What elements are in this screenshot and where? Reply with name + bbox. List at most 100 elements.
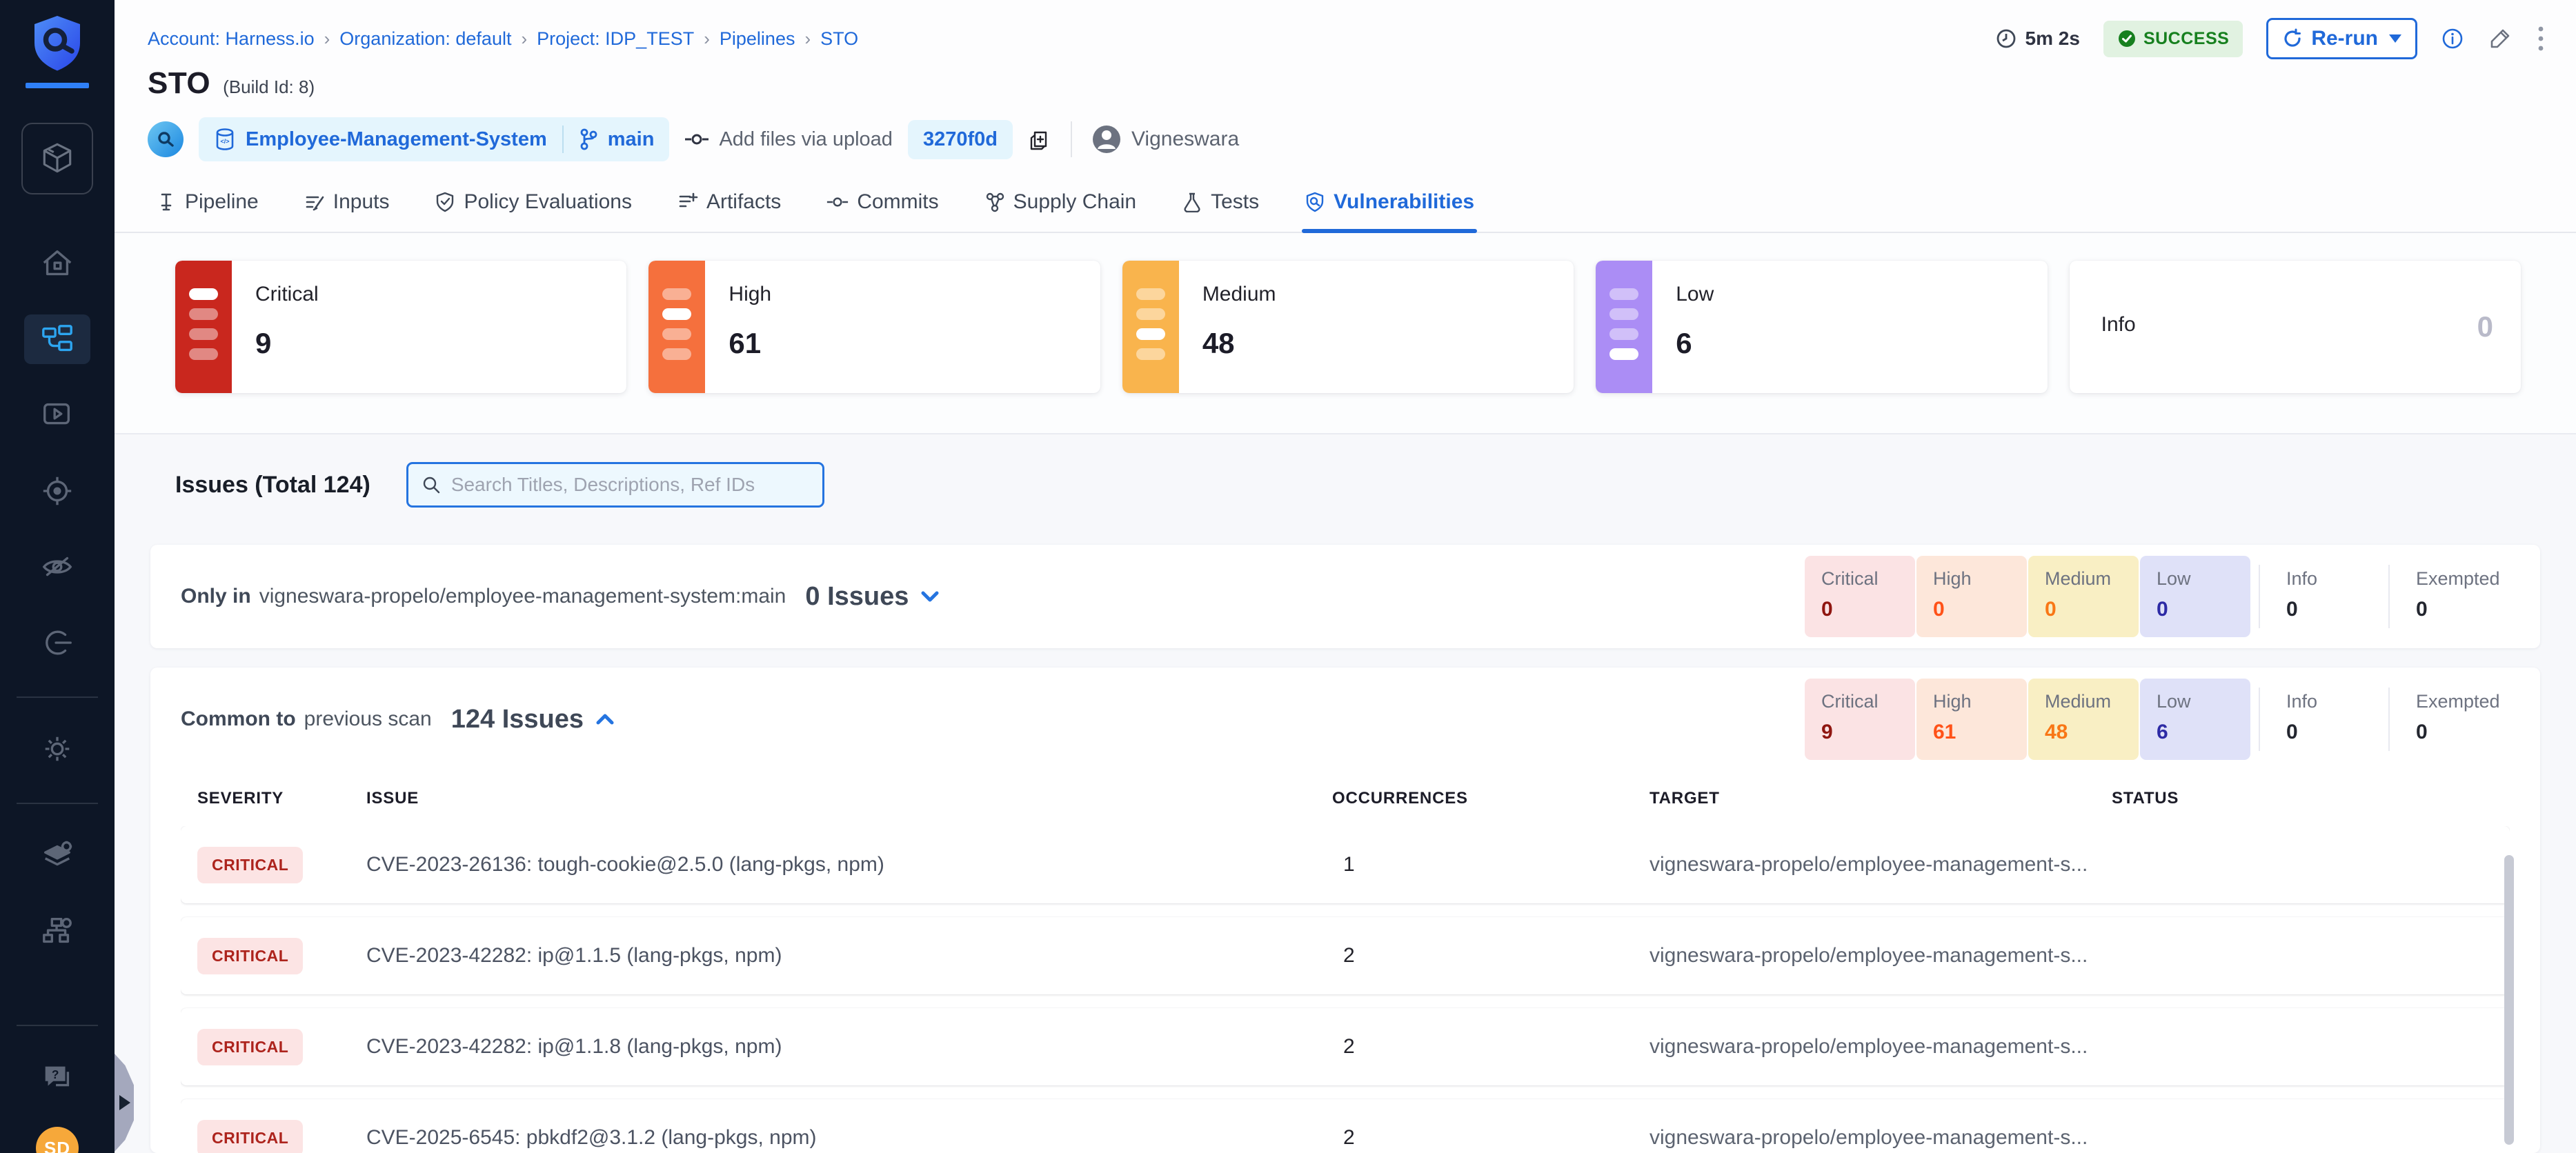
- vulnerabilities-shield-icon: [1305, 192, 1325, 212]
- target-value: vigneswara-propelo/employee-management-s…: [1649, 1126, 2112, 1150]
- executions-icon: [40, 398, 75, 432]
- user-avatar[interactable]: SD: [36, 1127, 79, 1153]
- card-label: Info: [2101, 313, 2136, 337]
- edit-button[interactable]: [2488, 26, 2513, 51]
- low-meter-icon: [1596, 261, 1652, 393]
- sidebar-item-help[interactable]: ?: [24, 1052, 90, 1102]
- breadcrumb-project[interactable]: Project: IDP_TEST: [537, 28, 694, 50]
- sidebar-item-pipelines[interactable]: [24, 314, 90, 364]
- branch-name[interactable]: main: [608, 128, 655, 151]
- breadcrumb-pipelines[interactable]: Pipelines: [720, 28, 795, 50]
- sidebar-item-default-settings[interactable]: [24, 830, 90, 880]
- severity-card-info[interactable]: Info 0: [2070, 261, 2521, 393]
- artifacts-list-icon: [677, 192, 698, 212]
- tab-pipeline[interactable]: Pipeline: [153, 179, 261, 232]
- module-selector-button[interactable]: [21, 123, 93, 194]
- chip-high: High0: [1916, 556, 2027, 637]
- copy-sha-button[interactable]: [1028, 127, 1051, 152]
- section-common-to: Common to previous scan 124 Issues Criti…: [150, 668, 2540, 1153]
- breadcrumb-account[interactable]: Account: Harness.io: [148, 28, 315, 50]
- tab-commits[interactable]: Commits: [824, 179, 941, 232]
- eye-off-icon: [40, 550, 75, 584]
- sidebar-item-executions[interactable]: [24, 390, 90, 440]
- tab-artifacts[interactable]: Artifacts: [675, 179, 784, 232]
- issues-search[interactable]: [406, 462, 824, 508]
- issue-row[interactable]: CRITICAL CVE-2023-42282: ip@1.1.8 (lang-…: [181, 1008, 2510, 1085]
- svg-text:?: ?: [52, 1067, 59, 1081]
- commit-sha[interactable]: 3270f0d: [908, 120, 1013, 159]
- section-toggle[interactable]: 124 Issues: [451, 705, 617, 734]
- chevron-down-icon[interactable]: [918, 588, 942, 605]
- severity-card-critical[interactable]: Critical 9: [175, 261, 626, 393]
- commit-message-wrap: Add files via upload: [684, 128, 893, 151]
- issue-title[interactable]: CVE-2023-42282: ip@1.1.5 (lang-pkgs, npm…: [366, 944, 1332, 967]
- chevron-up-icon[interactable]: [593, 711, 617, 728]
- issue-title[interactable]: CVE-2023-26136: tough-cookie@2.5.0 (lang…: [366, 853, 1332, 876]
- sidebar-nav: ? SD: [0, 194, 115, 1153]
- search-input[interactable]: [451, 474, 810, 496]
- severity-summary-section: Critical 9 High 61 Medium 48: [115, 233, 2576, 434]
- issue-title[interactable]: CVE-2025-6545: pbkdf2@3.1.2 (lang-pkgs, …: [366, 1126, 1332, 1150]
- sidebar-item-security-review[interactable]: [24, 542, 90, 592]
- build-duration: 5m 2s: [1995, 28, 2080, 50]
- chip-exempted: Exempted0: [2399, 556, 2510, 637]
- sidebar-item-home[interactable]: [24, 239, 90, 288]
- supply-chain-icon: [984, 192, 1005, 212]
- commit-icon: [684, 131, 709, 148]
- sidebar-item-targets[interactable]: [24, 466, 90, 516]
- rerun-button[interactable]: Re-run: [2266, 18, 2417, 59]
- breadcrumb-organization[interactable]: Organization: default: [339, 28, 511, 50]
- card-value: 48: [1202, 327, 1235, 360]
- breadcrumb-pipeline-name[interactable]: STO: [820, 28, 858, 50]
- info-button[interactable]: [2441, 27, 2464, 50]
- tab-policy-evaluations[interactable]: Policy Evaluations: [432, 179, 634, 232]
- more-menu-button[interactable]: [2536, 25, 2546, 52]
- sidebar-divider: [17, 803, 98, 804]
- breadcrumb-separator: ›: [521, 28, 527, 50]
- main-area: Account: Harness.io › Organization: defa…: [115, 0, 2576, 1153]
- policy-shield-check-icon: [435, 192, 455, 212]
- card-label: Medium: [1202, 283, 1276, 306]
- pill-divider: [562, 126, 564, 153]
- severity-card-medium[interactable]: Medium 48: [1122, 261, 1574, 393]
- card-value: 0: [2477, 310, 2493, 343]
- sto-scan-icon: [148, 121, 184, 157]
- col-status: STATUS: [2112, 789, 2510, 808]
- section-toggle[interactable]: 0 Issues: [805, 582, 942, 612]
- commit-meta-row: </> Employee-Management-System main Add …: [115, 101, 2576, 161]
- rerun-dropdown-caret[interactable]: [2389, 34, 2401, 43]
- sidebar-item-settings[interactable]: [24, 724, 90, 774]
- pipeline-tab-icon: [156, 192, 177, 212]
- tab-inputs[interactable]: Inputs: [301, 179, 393, 232]
- sidebar-item-getting-started[interactable]: [24, 618, 90, 668]
- chip-critical: Critical0: [1805, 556, 1915, 637]
- issue-row[interactable]: CRITICAL CVE-2023-42282: ip@1.1.5 (lang-…: [181, 917, 2510, 994]
- issue-title[interactable]: CVE-2023-42282: ip@1.1.8 (lang-pkgs, npm…: [366, 1035, 1332, 1059]
- col-occurrences: OCCURRENCES: [1332, 789, 1649, 808]
- flask-icon: [1182, 192, 1202, 212]
- target-value: vigneswara-propelo/employee-management-s…: [1649, 853, 2112, 876]
- tab-supply-chain[interactable]: Supply Chain: [982, 179, 1139, 232]
- repo-branch-pill[interactable]: </> Employee-Management-System main: [199, 117, 669, 161]
- table-scrollbar[interactable]: [2504, 855, 2514, 1145]
- sidebar-item-org-settings[interactable]: [24, 906, 90, 956]
- repo-name[interactable]: Employee-Management-System: [246, 128, 547, 151]
- help-chat-icon: ?: [40, 1060, 75, 1094]
- chip-info: Info0: [2270, 679, 2380, 760]
- tab-tests[interactable]: Tests: [1179, 179, 1262, 232]
- occurrences-value: 2: [1332, 944, 1649, 967]
- severity-card-high[interactable]: High 61: [648, 261, 1100, 393]
- issue-row[interactable]: CRITICAL CVE-2023-26136: tough-cookie@2.…: [181, 826, 2510, 903]
- issues-table-header: SEVERITY ISSUE OCCURRENCES TARGET STATUS: [181, 771, 2510, 826]
- section-title: Only in vigneswara-propelo/employee-mana…: [181, 585, 786, 608]
- tab-vulnerabilities[interactable]: Vulnerabilities: [1302, 179, 1477, 232]
- build-id: (Build Id: 8): [223, 77, 315, 98]
- severity-card-low[interactable]: Low 6: [1596, 261, 2047, 393]
- issue-row[interactable]: CRITICAL CVE-2025-6545: pbkdf2@3.1.2 (la…: [181, 1099, 2510, 1153]
- cube-icon: [39, 140, 76, 177]
- card-label: Low: [1676, 283, 1714, 306]
- meta-divider: [1071, 121, 1072, 157]
- severity-badge: CRITICAL: [197, 1029, 303, 1065]
- chip-divider: [2388, 688, 2390, 751]
- svg-text:</>: </>: [220, 138, 229, 145]
